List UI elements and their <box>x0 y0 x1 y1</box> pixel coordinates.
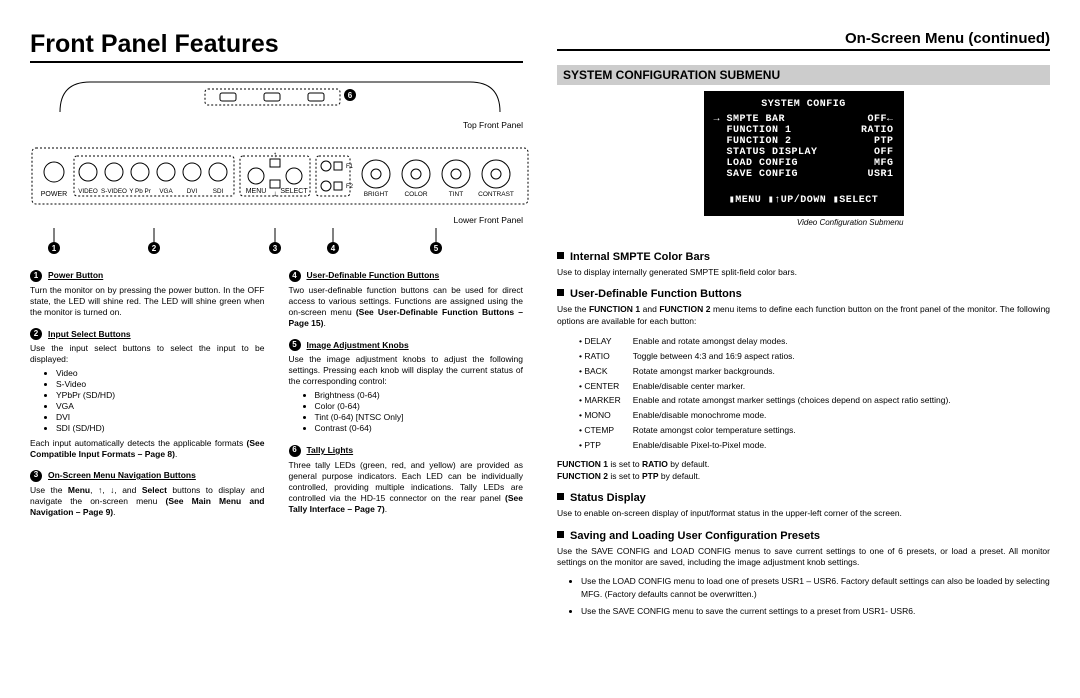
svg-text:TINT: TINT <box>449 191 463 198</box>
osd-row: SAVE CONFIGUSR1 <box>714 169 894 180</box>
svg-text:COLOR: COLOR <box>404 191 427 198</box>
callout-4: 4 <box>327 242 339 254</box>
definitions: 1Power Button Turn the monitor on by pre… <box>30 270 523 526</box>
svg-text:Y Pb Pr: Y Pb Pr <box>129 188 151 195</box>
osd-row: LOAD CONFIGMFG <box>714 158 894 169</box>
callout-6: 6 <box>344 89 356 101</box>
svg-text:MENU: MENU <box>246 188 267 195</box>
osd-header: SYSTEM CONFIG <box>714 99 894 110</box>
callout-3: 3 <box>269 242 281 254</box>
page-title-right: On-Screen Menu (continued) <box>557 30 1050 47</box>
left-column: Front Panel Features 6 Top Front Panel P… <box>30 30 523 624</box>
svg-text:↓: ↓ <box>273 189 277 198</box>
osd-row: FUNCTION 2PTP <box>714 136 894 147</box>
svg-text:CONTRAST: CONTRAST <box>478 191 514 198</box>
lower-panel-diagram: POWER VIDEO S-VIDEO Y Pb Pr VGA DVI SDI … <box>30 146 523 254</box>
section: Status DisplayUse to enable on-screen di… <box>557 492 1050 519</box>
section: Saving and Loading User Configuration Pr… <box>557 530 1050 618</box>
def-item: 2Input Select Buttons Use the input sele… <box>30 328 265 459</box>
section: User-Definable Function ButtonsUse the F… <box>557 288 1050 482</box>
callout-1: 1 <box>48 242 60 254</box>
lower-panel-label: Lower Front Panel <box>30 215 523 225</box>
svg-text:POWER: POWER <box>41 191 67 198</box>
rule-r <box>557 49 1050 51</box>
right-column: On-Screen Menu (continued) SYSTEM CONFIG… <box>557 30 1050 624</box>
callout-2: 2 <box>148 242 160 254</box>
svg-text:SELECT: SELECT <box>280 188 308 195</box>
osd-footer: ▮MENU ▮↑UP/DOWN ▮SELECT <box>714 194 894 206</box>
svg-text:↑: ↑ <box>273 150 277 159</box>
def-item: 1Power Button Turn the monitor on by pre… <box>30 270 265 318</box>
def-item: 6Tally Lights Three tally LEDs (green, r… <box>289 445 524 515</box>
top-panel-diagram: 6 Top Front Panel <box>30 77 523 130</box>
svg-text:SDI: SDI <box>213 188 224 195</box>
osd-caption: Video Configuration Submenu <box>704 218 904 227</box>
section: Internal SMPTE Color BarsUse to display … <box>557 251 1050 278</box>
page-title-left: Front Panel Features <box>30 30 523 59</box>
top-panel-label: Top Front Panel <box>30 120 523 130</box>
svg-text:VIDEO: VIDEO <box>78 188 98 195</box>
osd-row: STATUS DISPLAYOFF <box>714 147 894 158</box>
def-item: 4User-Definable Function Buttons Two use… <box>289 270 524 329</box>
callout-5: 5 <box>430 242 442 254</box>
rule <box>30 61 523 63</box>
osd-screenshot: SYSTEM CONFIG → SMPTE BAROFF← FUNCTION 1… <box>704 91 904 216</box>
def-item: 5Image Adjustment Knobs Use the image ad… <box>289 339 524 434</box>
svg-text:F2: F2 <box>346 184 354 190</box>
svg-text:DVI: DVI <box>187 188 198 195</box>
osd-row: → SMPTE BAROFF← <box>714 114 894 125</box>
osd-row: FUNCTION 1RATIO <box>714 125 894 136</box>
svg-text:S-VIDEO: S-VIDEO <box>101 188 127 195</box>
svg-text:BRIGHT: BRIGHT <box>364 191 389 198</box>
def-item: 3On-Screen Menu Navigation Buttons Use t… <box>30 470 265 518</box>
submenu-heading: SYSTEM CONFIGURATION SUBMENU <box>557 65 1050 85</box>
svg-text:F1: F1 <box>346 164 354 170</box>
svg-text:VGA: VGA <box>159 188 173 195</box>
